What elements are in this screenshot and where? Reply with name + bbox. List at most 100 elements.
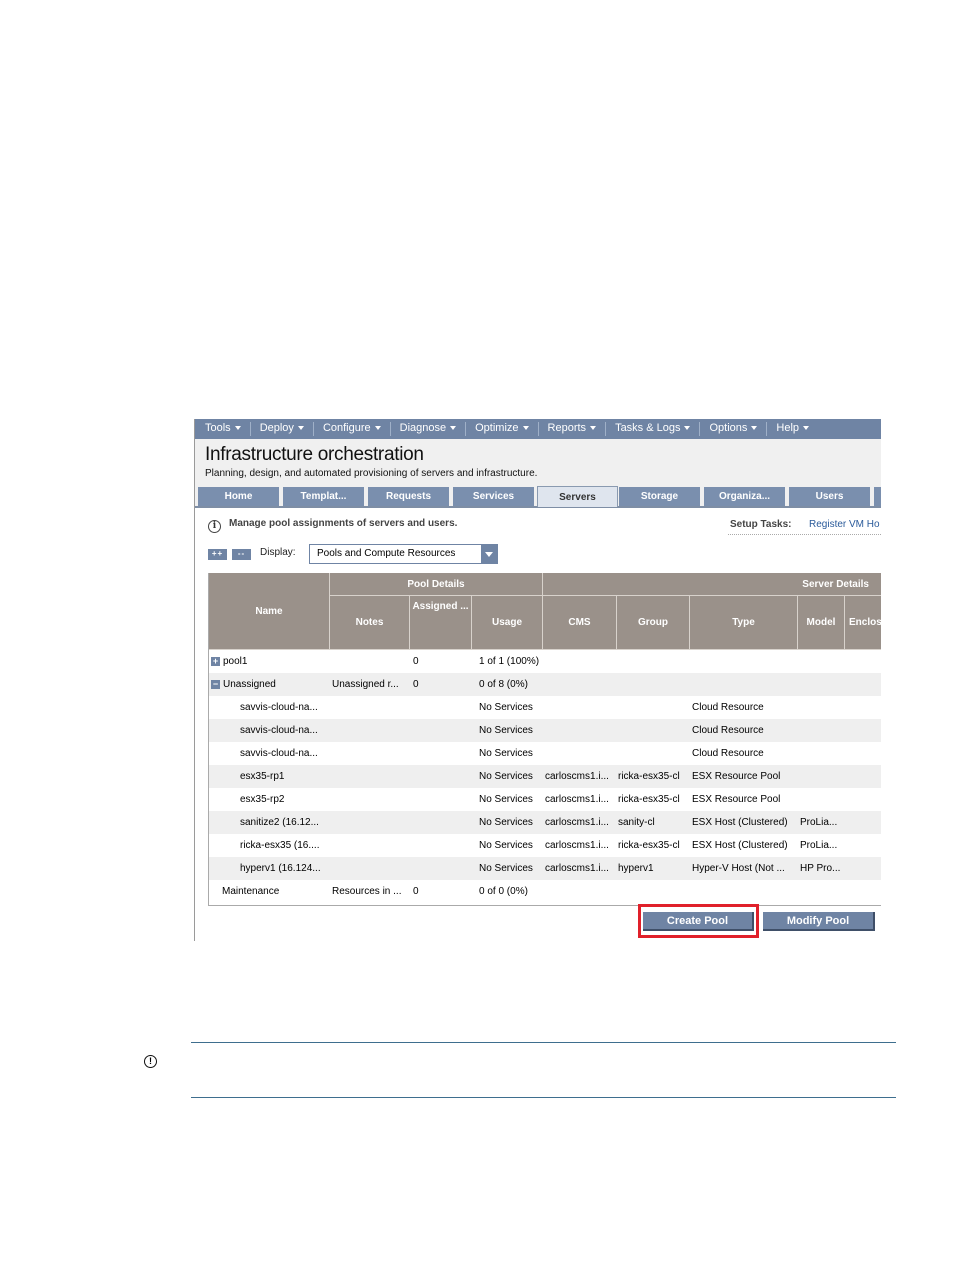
cell-notes bbox=[332, 696, 408, 719]
menu-tools[interactable]: Tools bbox=[195, 419, 250, 439]
cell-name: − Unassigned bbox=[211, 673, 329, 696]
column-header-notes[interactable]: Notes bbox=[330, 596, 410, 650]
cell-model bbox=[800, 880, 844, 903]
tab-organizations[interactable]: Organiza... bbox=[704, 487, 785, 506]
cell-group: ricka-esx35-cl bbox=[618, 794, 680, 805]
column-header-type[interactable]: Type bbox=[690, 596, 798, 650]
cell-group: ricka-esx35-cl bbox=[618, 840, 680, 851]
cell-type bbox=[692, 650, 796, 673]
screenshot-frame: Tools Deploy Configure Diagnose Optimize… bbox=[194, 419, 881, 941]
cell-type: ESX Host (Clustered) bbox=[692, 817, 788, 828]
cell-usage: No Services bbox=[479, 863, 533, 874]
cell-group bbox=[618, 650, 688, 673]
collapse-icon[interactable]: − bbox=[211, 679, 220, 689]
cell-type: Cloud Resource bbox=[692, 748, 764, 759]
menu-diagnose[interactable]: Diagnose bbox=[389, 419, 465, 439]
table-row[interactable]: − Unassigned Unassigned r... 0 0 of 8 (0%… bbox=[209, 673, 881, 696]
table-row[interactable]: savvis-cloud-na... No Services Cloud Res… bbox=[209, 742, 881, 765]
menu-configure[interactable]: Configure bbox=[312, 419, 390, 439]
cell-name: savvis-cloud-na... bbox=[240, 702, 318, 713]
cell-assigned bbox=[413, 696, 471, 719]
cell-model bbox=[800, 788, 844, 811]
table-row[interactable]: sanitize2 (16.12... No Services carloscm… bbox=[209, 811, 881, 834]
cell-assigned: 0 bbox=[413, 656, 419, 667]
table-row[interactable]: esx35-rp2 No Services carloscms1.i... ri… bbox=[209, 788, 881, 811]
table-row[interactable]: Maintenance Resources in ... 0 0 of 0 (0… bbox=[209, 880, 881, 903]
register-vm-host-link[interactable]: Register VM Ho bbox=[809, 519, 880, 530]
page-subtitle: Planning, design, and automated provisio… bbox=[205, 468, 538, 479]
tab-users[interactable]: Users bbox=[789, 487, 870, 506]
column-header-name[interactable]: Name bbox=[209, 573, 330, 650]
cell-notes bbox=[332, 811, 408, 834]
cell-type: ESX Resource Pool bbox=[692, 794, 781, 805]
cell-group bbox=[618, 719, 688, 742]
table-row[interactable]: savvis-cloud-na... No Services Cloud Res… bbox=[209, 696, 881, 719]
cell-usage: No Services bbox=[479, 817, 533, 828]
cell-name: + pool1 bbox=[211, 650, 329, 673]
display-label: Display: bbox=[260, 547, 296, 558]
cell-usage: No Services bbox=[479, 725, 533, 736]
column-header-cms[interactable]: CMS bbox=[543, 596, 617, 650]
menu-tasks-logs[interactable]: Tasks & Logs bbox=[605, 419, 699, 439]
cell-group: ricka-esx35-cl bbox=[618, 771, 680, 782]
table-row[interactable]: ricka-esx35 (16.... No Services carloscm… bbox=[209, 834, 881, 857]
expand-all-button[interactable]: ++ bbox=[208, 549, 227, 560]
cell-usage: 0 of 0 (0%) bbox=[479, 886, 528, 897]
table-row[interactable]: esx35-rp1 No Services carloscms1.i... ri… bbox=[209, 765, 881, 788]
cell-type: Cloud Resource bbox=[692, 702, 764, 713]
modify-pool-button[interactable]: Modify Pool bbox=[763, 912, 875, 931]
cell-type bbox=[692, 880, 796, 903]
menu-options[interactable]: Options bbox=[699, 419, 766, 439]
cell-assigned bbox=[413, 857, 471, 880]
display-select[interactable]: Pools and Compute Resources bbox=[309, 544, 498, 564]
cell-cms bbox=[545, 719, 615, 742]
cell-name: esx35-rp1 bbox=[240, 771, 285, 782]
cell-notes bbox=[332, 788, 408, 811]
menu-reports[interactable]: Reports bbox=[537, 419, 606, 439]
cell-assigned: 0 bbox=[413, 679, 419, 690]
tab-storage[interactable]: Storage bbox=[619, 487, 700, 506]
cell-name: savvis-cloud-na... bbox=[240, 748, 318, 759]
expand-icon[interactable]: + bbox=[211, 656, 220, 666]
group-header-pool-details: Pool Details bbox=[330, 573, 543, 596]
cell-notes bbox=[332, 742, 408, 765]
menu-deploy[interactable]: Deploy bbox=[249, 419, 313, 439]
tab-requests[interactable]: Requests bbox=[368, 487, 449, 506]
cell-model: ProLia... bbox=[800, 840, 838, 851]
tab-templates[interactable]: Templat... bbox=[283, 487, 364, 506]
cell-type: Cloud Resource bbox=[692, 725, 764, 736]
column-header-group[interactable]: Group bbox=[617, 596, 690, 650]
info-text: Manage pool assignments of servers and u… bbox=[229, 518, 458, 529]
column-header-enclosure[interactable]: Enclos bbox=[845, 596, 881, 650]
tab-overflow[interactable] bbox=[874, 487, 881, 506]
column-header-usage[interactable]: Usage bbox=[472, 596, 543, 650]
tab-home[interactable]: Home bbox=[198, 487, 279, 506]
cell-group bbox=[618, 696, 688, 719]
cell-notes bbox=[332, 719, 408, 742]
divider bbox=[728, 534, 881, 535]
cell-name: esx35-rp2 bbox=[240, 794, 285, 805]
cell-model bbox=[800, 673, 844, 696]
chevron-down-icon bbox=[297, 426, 304, 431]
cell-model bbox=[800, 696, 844, 719]
page-header: Infrastructure orchestration Planning, d… bbox=[195, 439, 881, 485]
menu-help[interactable]: Help bbox=[766, 419, 818, 439]
cell-assigned bbox=[413, 742, 471, 765]
note-divider-top bbox=[191, 1042, 896, 1043]
column-header-assigned[interactable]: Assigned ... bbox=[410, 596, 472, 650]
chevron-down-icon bbox=[481, 545, 497, 563]
table-row[interactable]: savvis-cloud-na... No Services Cloud Res… bbox=[209, 719, 881, 742]
important-icon: ! bbox=[144, 1055, 157, 1068]
table-row[interactable]: hyperv1 (16.124... No Services carloscms… bbox=[209, 857, 881, 880]
tab-servers[interactable]: Servers bbox=[537, 486, 618, 507]
cell-cms: carloscms1.i... bbox=[545, 771, 609, 782]
collapse-all-button[interactable]: -- bbox=[232, 549, 251, 560]
column-header-model[interactable]: Model bbox=[798, 596, 845, 650]
setup-tasks-label: Setup Tasks: bbox=[730, 519, 792, 530]
tab-services[interactable]: Services bbox=[453, 487, 534, 506]
table-row[interactable]: + pool1 0 1 of 1 (100%) bbox=[209, 650, 881, 673]
menu-optimize[interactable]: Optimize bbox=[465, 419, 537, 439]
info-icon: i bbox=[208, 520, 221, 533]
cell-group bbox=[618, 673, 688, 696]
menu-label: Tasks & Logs bbox=[615, 422, 681, 434]
